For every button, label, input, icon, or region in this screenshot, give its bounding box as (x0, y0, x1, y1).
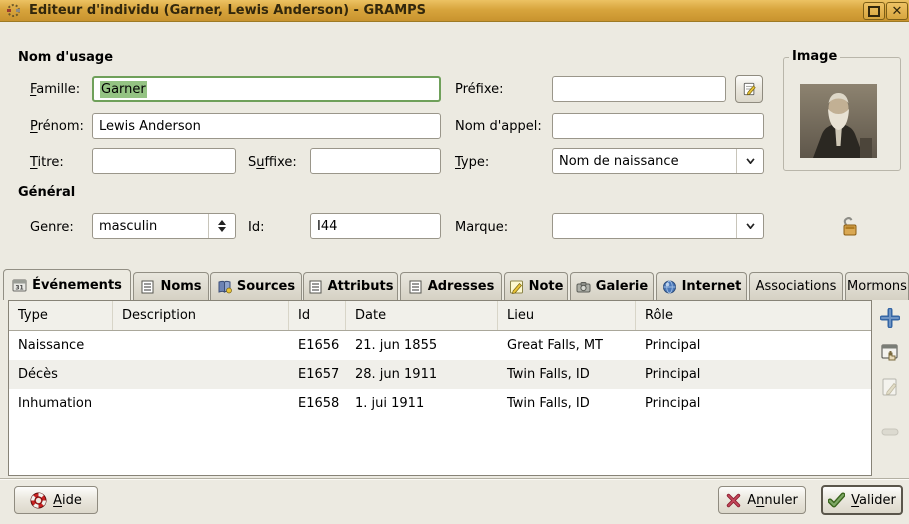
image-groupbox: Image (783, 57, 901, 171)
famille-input[interactable]: Garner (92, 76, 441, 102)
cancel-button-label: Annuler (747, 493, 798, 508)
text-list-icon (140, 280, 155, 294)
tab-adresses[interactable]: Adresses (400, 272, 502, 300)
person-editor-window: Editeur d'individu (Garner, Lewis Anders… (0, 0, 909, 524)
camera-icon (576, 280, 591, 294)
prenom-label: Prénom: (30, 119, 84, 134)
edit-icon (880, 377, 900, 397)
id-label: Id: (248, 220, 264, 235)
unlock-icon[interactable] (838, 216, 860, 237)
tab-attributs[interactable]: Attributs (303, 272, 398, 300)
lifebuoy-icon (30, 492, 47, 509)
help-button-label: Aide (53, 493, 82, 508)
text-list-icon (408, 280, 423, 294)
plus-icon (880, 308, 900, 328)
prefixe-label: Préfixe: (455, 82, 504, 97)
events-table: Type Description Id Date Lieu Rôle Naiss… (8, 300, 872, 476)
chevron-down-icon (736, 214, 763, 238)
globe-icon (662, 280, 677, 294)
name-type-combobox[interactable]: Nom de naissance (552, 148, 764, 174)
nom-appel-input[interactable] (552, 113, 764, 139)
image-legend: Image (789, 49, 840, 64)
bottom-separator (0, 478, 909, 480)
close-button[interactable]: ✕ (886, 2, 908, 20)
note-edit-icon (742, 82, 757, 96)
apply-check-icon (828, 492, 845, 508)
portrait-photo (800, 84, 877, 158)
tab-associations[interactable]: Associations (749, 272, 843, 300)
id-input[interactable]: I44 (310, 213, 441, 239)
general-section-heading: Général (18, 185, 75, 200)
titlebar[interactable]: Editeur d'individu (Garner, Lewis Anders… (0, 0, 909, 22)
cancel-button[interactable]: Annuler (718, 486, 806, 514)
table-row-deces[interactable]: Décès E1657 28. jun 1911 Twin Falls, ID … (9, 360, 871, 389)
famille-label: Famille: (30, 82, 80, 97)
column-header-type[interactable]: Type (9, 301, 113, 330)
edit-event-button (878, 375, 902, 399)
titre-label: Titre: (30, 155, 64, 170)
genre-label: Genre: (30, 220, 74, 235)
column-header-role[interactable]: Rôle (636, 301, 871, 330)
tab-note[interactable]: Note (504, 272, 568, 300)
genre-combobox[interactable]: masculin (92, 213, 236, 239)
tab-galerie[interactable]: Galerie (570, 272, 654, 300)
spinner-arrows-icon (208, 214, 235, 238)
tab-evenements[interactable]: 31 Événements (3, 269, 131, 300)
edit-name-button[interactable] (735, 75, 763, 103)
prenom-input[interactable]: Lewis Anderson (92, 113, 441, 139)
events-table-header: Type Description Id Date Lieu Rôle (9, 301, 871, 331)
marque-label: Marque: (455, 220, 508, 235)
book-icon (217, 280, 232, 294)
ok-button-label: Valider (851, 493, 896, 508)
column-header-id[interactable]: Id (289, 301, 346, 330)
minus-icon (881, 428, 899, 436)
ok-button[interactable]: Valider (821, 485, 903, 515)
close-icon: ✕ (892, 5, 903, 18)
cancel-x-icon (726, 493, 741, 508)
maximize-icon (868, 6, 880, 17)
remove-event-button (878, 420, 902, 444)
tab-sources[interactable]: Sources (210, 272, 302, 300)
tab-mormons[interactable]: Mormons (845, 272, 909, 300)
window-title: Editeur d'individu (Garner, Lewis Anders… (29, 3, 426, 18)
svg-text:31: 31 (15, 285, 23, 292)
column-header-date[interactable]: Date (346, 301, 498, 330)
share-event-button[interactable] (878, 341, 902, 365)
titre-input[interactable] (92, 148, 236, 174)
table-row-inhumation[interactable]: Inhumation E1658 1. jui 1911 Twin Falls,… (9, 389, 871, 418)
tab-noms[interactable]: Noms (133, 272, 209, 300)
chevron-down-icon (736, 149, 763, 173)
suffixe-input[interactable] (310, 148, 441, 174)
text-list-icon (308, 280, 323, 294)
type-label: Type: (455, 155, 489, 170)
prefixe-input[interactable] (552, 76, 726, 102)
note-pencil-icon (509, 280, 524, 294)
tab-internet[interactable]: Internet (656, 272, 747, 300)
calendar-icon: 31 (12, 278, 27, 292)
maximize-button[interactable] (863, 2, 885, 20)
add-event-button[interactable] (878, 306, 902, 330)
famille-value-selected: Garner (100, 81, 147, 98)
marque-combobox[interactable] (552, 213, 764, 239)
share-window-icon (880, 343, 900, 363)
gramps-app-icon (6, 3, 21, 18)
nom-appel-label: Nom d'appel: (455, 119, 542, 134)
table-row-naissance[interactable]: Naissance E1656 21. jun 1855 Great Falls… (9, 331, 871, 360)
column-header-description[interactable]: Description (113, 301, 289, 330)
name-section-heading: Nom d'usage (18, 50, 113, 65)
column-header-lieu[interactable]: Lieu (498, 301, 636, 330)
suffixe-label: Suffixe: (248, 155, 297, 170)
help-button[interactable]: Aide (14, 486, 98, 514)
